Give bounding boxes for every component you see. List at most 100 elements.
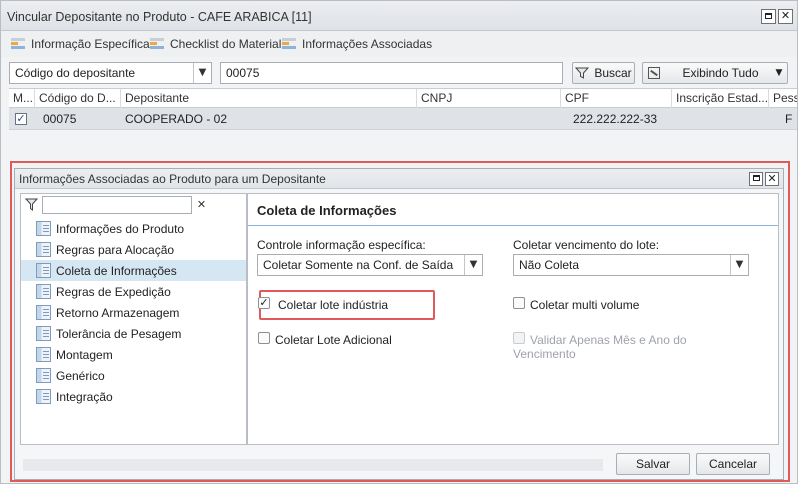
window-titlebar: Vincular Depositante no Produto - CAFE A… bbox=[1, 1, 797, 31]
coletar-lote-adicional-label: Coletar Lote Adicional bbox=[275, 333, 392, 347]
coletar-lote-industria-label: Coletar lote indústria bbox=[278, 298, 389, 312]
category-tree: ✕ Informações do Produto Regras para Alo… bbox=[20, 193, 247, 445]
cell-codigo: 00075 bbox=[43, 112, 77, 126]
associated-info-dialog: Informações Associadas ao Produto para u… bbox=[14, 168, 784, 480]
cell-cpf: 222.222.222-33 bbox=[573, 112, 658, 126]
coletar-lote-industria-checkbox[interactable]: ✓ bbox=[258, 297, 270, 309]
node-icon bbox=[36, 221, 51, 236]
vencimento-select[interactable]: Não Coleta ▼ bbox=[513, 254, 749, 276]
filter-icon bbox=[575, 67, 590, 79]
search-field-value: Código do depositante bbox=[15, 66, 136, 80]
tree-item-label: Retorno Armazenagem bbox=[56, 305, 180, 320]
table-icon bbox=[150, 38, 164, 50]
view-mode-button[interactable]: Exibindo Tudo ▼ bbox=[642, 62, 788, 84]
tree-item-label: Genérico bbox=[56, 368, 105, 383]
column-header-pessoa[interactable]: Pess bbox=[769, 89, 797, 108]
search-button-label: Buscar bbox=[594, 66, 632, 80]
cell-depositante: COOPERADO - 02 bbox=[125, 112, 228, 126]
close-dialog-button[interactable]: ✕ bbox=[765, 172, 779, 186]
tree-item-integracao[interactable]: Integração bbox=[21, 386, 246, 407]
search-field-select[interactable]: Código do depositante ▼ bbox=[9, 62, 212, 84]
table-icon bbox=[11, 38, 25, 50]
coletar-multi-volume-checkbox[interactable] bbox=[513, 297, 525, 309]
tree-item-label: Regras de Expedição bbox=[56, 284, 171, 299]
column-header-mark[interactable]: M... bbox=[9, 89, 35, 108]
cell-pessoa: F bbox=[785, 112, 793, 126]
window-title: Vincular Depositante no Produto - CAFE A… bbox=[7, 10, 312, 24]
cell-cnpj bbox=[417, 108, 557, 130]
controle-label: Controle informação específica: bbox=[257, 238, 426, 252]
column-header-cpf[interactable]: CPF bbox=[561, 89, 672, 108]
tree-item-montagem[interactable]: Montagem bbox=[21, 344, 246, 365]
column-header-cnpj[interactable]: CNPJ bbox=[417, 89, 561, 108]
tree-filter-input[interactable] bbox=[42, 196, 192, 214]
chevron-down-icon: ▼ bbox=[775, 68, 783, 78]
coleta-panel: Coleta de Informações Controle informaçã… bbox=[247, 193, 779, 445]
dialog-title: Informações Associadas ao Produto para u… bbox=[19, 172, 326, 186]
table-icon bbox=[282, 38, 296, 50]
column-header-codigo[interactable]: Código do D... bbox=[35, 89, 121, 108]
controle-select[interactable]: Coletar Somente na Conf. de Saída ▼ bbox=[257, 254, 483, 276]
node-icon bbox=[36, 389, 51, 404]
column-header-depositante[interactable]: Depositante bbox=[121, 89, 417, 108]
save-button[interactable]: Salvar bbox=[616, 453, 690, 475]
tree-item-regras-expedicao[interactable]: Regras de Expedição bbox=[21, 281, 246, 302]
controle-select-value: Coletar Somente na Conf. de Saída bbox=[263, 258, 454, 272]
restore-window-button[interactable] bbox=[761, 9, 776, 24]
restore-icon bbox=[765, 13, 772, 19]
node-icon bbox=[36, 368, 51, 383]
table-row[interactable]: ✓ 00075 COOPERADO - 02 222.222.222-33 F bbox=[9, 108, 797, 130]
coletar-lote-adicional-checkbox[interactable] bbox=[258, 332, 270, 344]
cancel-button[interactable]: Cancelar bbox=[696, 453, 770, 475]
tree-item-regras-alocacao[interactable]: Regras para Alocação bbox=[21, 239, 246, 260]
node-icon bbox=[36, 284, 51, 299]
view-filter-icon bbox=[648, 67, 660, 79]
tree-item-coleta-informacoes[interactable]: Coleta de Informações bbox=[21, 260, 246, 281]
node-icon bbox=[36, 347, 51, 362]
view-mode-label: Exibindo Tudo bbox=[682, 66, 759, 80]
tree-item-informacoes-produto[interactable]: Informações do Produto bbox=[21, 218, 246, 239]
cell-inscricao bbox=[672, 108, 767, 130]
grid-header: M... Código do D... Depositante CNPJ CPF… bbox=[9, 88, 797, 108]
tree-item-label: Coleta de Informações bbox=[56, 263, 177, 278]
tab-label: Informação Específica bbox=[31, 37, 150, 51]
row-checkbox[interactable]: ✓ bbox=[15, 113, 27, 125]
filter-icon bbox=[25, 198, 38, 211]
tab-bar: Informação Específica Checklist do Mater… bbox=[1, 31, 797, 57]
panel-title: Coleta de Informações bbox=[257, 203, 397, 218]
tree-item-label: Montagem bbox=[56, 347, 113, 362]
search-input[interactable]: 00075 bbox=[220, 62, 563, 84]
coletar-multi-volume-label: Coletar multi volume bbox=[530, 298, 640, 312]
tree-item-label: Integração bbox=[56, 389, 113, 404]
validar-mes-ano-label: Validar Apenas Mês e Ano do Vencimento bbox=[513, 333, 687, 361]
node-icon bbox=[36, 242, 51, 257]
tree-item-tolerancia-pesagem[interactable]: Tolerância de Pesagem bbox=[21, 323, 246, 344]
dialog-titlebar: Informações Associadas ao Produto para u… bbox=[15, 169, 783, 189]
column-header-inscricao[interactable]: Inscrição Estad... bbox=[672, 89, 769, 108]
node-icon bbox=[36, 326, 51, 341]
tab-checklist-material[interactable]: Checklist do Material bbox=[150, 36, 281, 52]
search-button[interactable]: Buscar bbox=[572, 62, 635, 84]
tree-item-retorno-armazenagem[interactable]: Retorno Armazenagem bbox=[21, 302, 246, 323]
node-icon bbox=[36, 263, 51, 278]
restore-icon bbox=[752, 175, 760, 181]
tab-label: Informações Associadas bbox=[302, 37, 433, 51]
close-window-button[interactable]: ✕ bbox=[778, 9, 793, 24]
chevron-down-icon: ▼ bbox=[730, 255, 748, 275]
vencimento-label: Coletar vencimento do lote: bbox=[513, 238, 660, 252]
chevron-down-icon: ▼ bbox=[193, 63, 211, 83]
tab-informacao-especifica[interactable]: Informação Específica bbox=[11, 36, 150, 52]
node-icon bbox=[36, 305, 51, 320]
clear-filter-button[interactable]: ✕ bbox=[194, 197, 209, 213]
chevron-down-icon: ▼ bbox=[464, 255, 482, 275]
horizontal-scrollbar[interactable] bbox=[23, 459, 603, 471]
tree-item-label: Tolerância de Pesagem bbox=[56, 326, 182, 341]
close-icon: ✕ bbox=[767, 172, 777, 185]
close-icon: ✕ bbox=[780, 9, 791, 22]
tree-item-generico[interactable]: Genérico bbox=[21, 365, 246, 386]
tab-informacoes-associadas[interactable]: Informações Associadas bbox=[282, 36, 432, 52]
tree-item-label: Regras para Alocação bbox=[56, 242, 175, 257]
tab-label: Checklist do Material bbox=[170, 37, 282, 51]
panel-header: Coleta de Informações bbox=[248, 194, 778, 226]
restore-dialog-button[interactable] bbox=[749, 172, 763, 186]
